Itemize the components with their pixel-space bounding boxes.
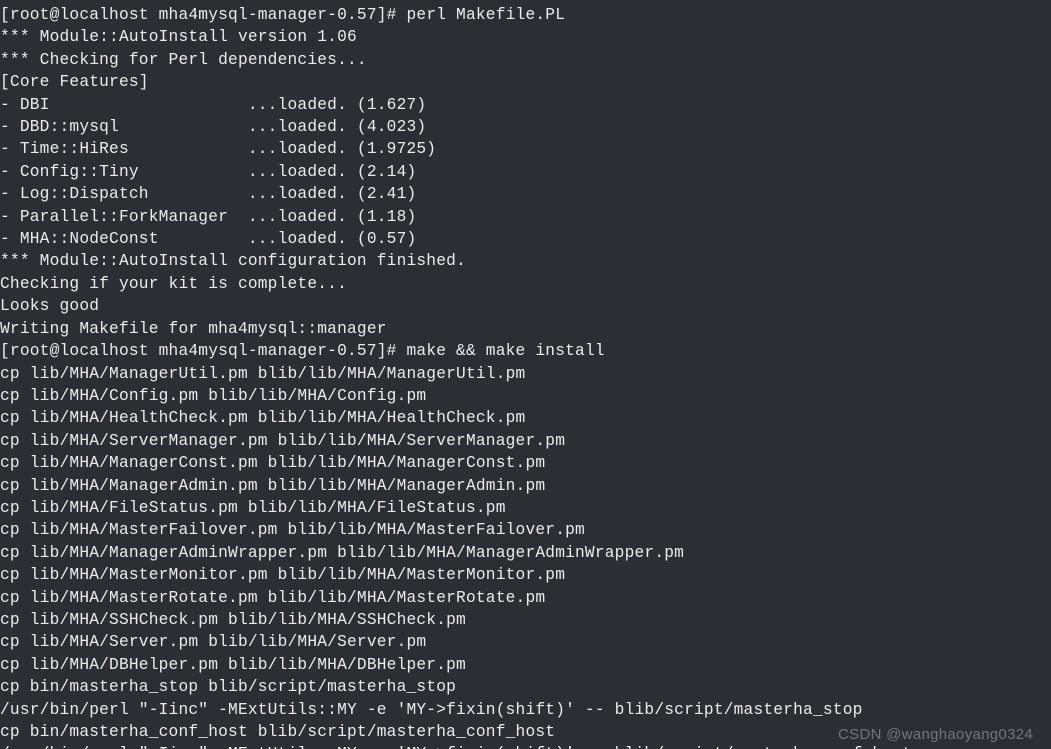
module-line: - Time::HiRes ...loaded. (1.9725) — [0, 140, 436, 158]
cp-line: cp lib/MHA/Config.pm blib/lib/MHA/Config… — [0, 387, 426, 405]
cp-line: cp lib/MHA/MasterRotate.pm blib/lib/MHA/… — [0, 589, 545, 607]
cp-line: cp lib/MHA/MasterMonitor.pm blib/lib/MHA… — [0, 566, 565, 584]
fixin-line: /usr/bin/perl "-Iinc" -MExtUtils::MY -e … — [0, 701, 863, 719]
shell-prompt: [root@localhost mha4mysql-manager-0.57]# — [0, 342, 406, 360]
cp-line: cp lib/MHA/ServerManager.pm blib/lib/MHA… — [0, 432, 565, 450]
cp-line: cp lib/MHA/ManagerAdminWrapper.pm blib/l… — [0, 544, 684, 562]
cp-line: cp bin/masterha_conf_host blib/script/ma… — [0, 723, 555, 741]
cp-line: cp lib/MHA/DBHelper.pm blib/lib/MHA/DBHe… — [0, 656, 466, 674]
output-line: *** Module::AutoInstall configuration fi… — [0, 252, 466, 270]
cp-line: cp lib/MHA/MasterFailover.pm blib/lib/MH… — [0, 521, 585, 539]
cp-line: cp lib/MHA/HealthCheck.pm blib/lib/MHA/H… — [0, 409, 525, 427]
output-line: Writing Makefile for mha4mysql::manager — [0, 320, 387, 338]
output-line: [Core Features] — [0, 73, 149, 91]
module-line: - Log::Dispatch ...loaded. (2.41) — [0, 185, 416, 203]
cp-line: cp lib/MHA/FileStatus.pm blib/lib/MHA/Fi… — [0, 499, 506, 517]
module-line: - DBD::mysql ...loaded. (4.023) — [0, 118, 426, 136]
output-line: *** Checking for Perl dependencies... — [0, 51, 367, 69]
cp-line: cp bin/masterha_stop blib/script/masterh… — [0, 678, 456, 696]
module-line: - DBI ...loaded. (1.627) — [0, 96, 426, 114]
cp-line: cp lib/MHA/ManagerConst.pm blib/lib/MHA/… — [0, 454, 545, 472]
output-line: *** Module::AutoInstall version 1.06 — [0, 28, 357, 46]
terminal-output[interactable]: [root@localhost mha4mysql-manager-0.57]#… — [0, 0, 1051, 749]
fixin-line: /usr/bin/perl "-Iinc" -MExtUtils::MY -e … — [0, 745, 912, 749]
output-line: Looks good — [0, 297, 99, 315]
cp-line: cp lib/MHA/Server.pm blib/lib/MHA/Server… — [0, 633, 426, 651]
module-line: - MHA::NodeConst ...loaded. (0.57) — [0, 230, 416, 248]
cp-line: cp lib/MHA/SSHCheck.pm blib/lib/MHA/SSHC… — [0, 611, 466, 629]
cp-line: cp lib/MHA/ManagerUtil.pm blib/lib/MHA/M… — [0, 365, 525, 383]
command-text: make && make install — [406, 342, 604, 360]
output-line: Checking if your kit is complete... — [0, 275, 347, 293]
shell-prompt: [root@localhost mha4mysql-manager-0.57]# — [0, 6, 406, 24]
module-line: - Parallel::ForkManager ...loaded. (1.18… — [0, 208, 416, 226]
module-line: - Config::Tiny ...loaded. (2.14) — [0, 163, 416, 181]
command-text: perl Makefile.PL — [406, 6, 565, 24]
cp-line: cp lib/MHA/ManagerAdmin.pm blib/lib/MHA/… — [0, 477, 545, 495]
